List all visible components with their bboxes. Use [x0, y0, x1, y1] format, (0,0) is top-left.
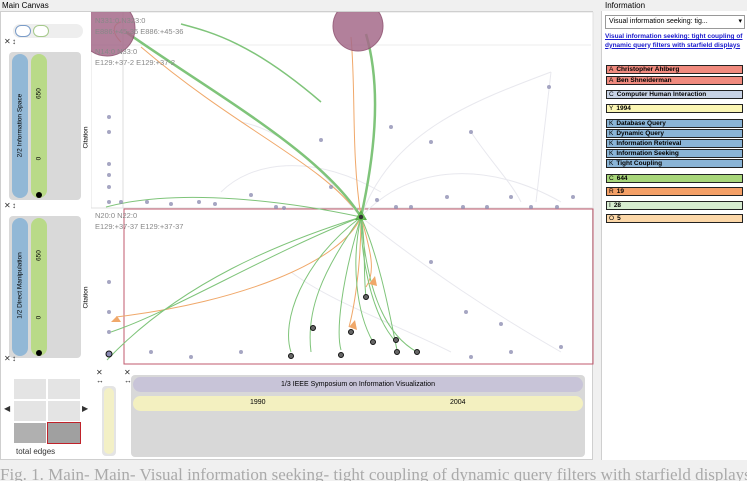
info-item[interactable]: K Information Seeking: [606, 149, 743, 158]
info-item-key: I: [609, 202, 611, 209]
info-item-key: A: [609, 77, 614, 84]
filter-bar: 1/3 IEEE Symposium on Information Visual…: [131, 375, 585, 457]
info-item-label: 644: [616, 175, 628, 182]
vertical-scroll-track[interactable]: [102, 386, 116, 456]
info-item[interactable]: A Christopher Ahlberg: [606, 65, 743, 74]
overlay-edge-count: E129:+37-2 E129:+37-2: [95, 58, 176, 67]
info-item-key: A: [609, 66, 614, 73]
info-item[interactable]: O5: [606, 214, 743, 223]
year-start-label: 1990: [250, 399, 266, 406]
axis-label-lower: Citation: [82, 286, 90, 309]
venue-filter[interactable]: 1/3 IEEE Symposium on Information Visual…: [133, 377, 583, 392]
view-toggle-blue[interactable]: [15, 25, 31, 37]
info-item-key: K: [609, 130, 614, 137]
resize-vertical-icon[interactable]: ↕: [12, 38, 16, 46]
resize-horizontal-icon[interactable]: ↔: [96, 377, 104, 385]
year-end-label: 2004: [450, 399, 466, 406]
info-item-label: Ben Shneiderman: [616, 77, 672, 84]
info-item-label: 1994: [616, 105, 631, 112]
view-toggle-green[interactable]: [33, 25, 49, 37]
caption: Fig. 1. Main- Main- Visual information s…: [0, 465, 747, 481]
axis-label-upper: Citation: [82, 126, 90, 149]
info-item-label: 28: [613, 202, 622, 209]
info-item-key: K: [609, 160, 614, 167]
info-item-key: K: [609, 120, 614, 127]
slider-handle[interactable]: [36, 192, 42, 198]
main-canvas-title: Main Canvas: [2, 1, 49, 10]
info-item[interactable]: C 644: [606, 174, 743, 183]
info-item-key: C: [609, 91, 614, 98]
info-item[interactable]: A Ben Shneiderman: [606, 76, 743, 85]
info-item-label: Christopher Ahlberg: [616, 66, 680, 73]
arrow-right-icon[interactable]: ▶: [82, 405, 88, 413]
slider-handle[interactable]: [36, 350, 42, 356]
overlay-edge-count: E129:+37-37 E129:+37-37: [95, 222, 184, 231]
info-item[interactable]: K Dynamic Query: [606, 129, 743, 138]
range-max-label: 650: [35, 88, 43, 99]
minimap-label: total edges: [16, 447, 56, 456]
range-min-label: 0: [35, 156, 43, 161]
info-item-key: O: [609, 215, 615, 222]
resize-vertical-icon[interactable]: ↕: [12, 355, 16, 363]
range-min-label: 0: [35, 315, 43, 320]
overlay-node-count: N331:0 N323:0: [95, 16, 146, 25]
info-item-key: K: [609, 140, 614, 147]
main-canvas: ✕ ↕ 2/2 Information Space 650 0 ✕ ↕ 1/2 …: [0, 11, 594, 460]
information-panel: Visual information seeking: tig... ▾ Vis…: [601, 11, 747, 460]
view-toggle-group: [13, 24, 83, 38]
close-icon[interactable]: ✕: [4, 355, 11, 363]
minimap-viewport[interactable]: [47, 422, 81, 444]
info-item[interactable]: R 19: [606, 187, 743, 196]
resize-vertical-icon[interactable]: ↕: [12, 202, 16, 210]
year-range-slider[interactable]: 1990 2004: [133, 396, 583, 411]
range-max-label: 650: [35, 250, 43, 261]
info-item-key: K: [609, 150, 614, 157]
close-icon[interactable]: ✕: [4, 202, 11, 210]
info-item-label: Information Retrieval: [616, 140, 682, 147]
info-item[interactable]: Y 1994: [606, 104, 743, 113]
direct-manipulation-panel: 1/2 Direct Manipulation 650 0: [9, 216, 81, 358]
overlay-edge-count: E886:+45-36 E886:+45-36: [95, 27, 184, 36]
paper-select-dropdown[interactable]: Visual information seeking: tig... ▾: [605, 15, 745, 29]
info-item-label: Information Seeking: [616, 150, 679, 157]
citation-range-slider[interactable]: [31, 218, 47, 356]
vertical-scroll-thumb[interactable]: [104, 388, 114, 454]
info-item-key: Y: [609, 105, 614, 112]
dropdown-value: Visual information seeking: tig...: [609, 18, 708, 25]
info-item[interactable]: C Computer Human Interaction: [606, 90, 743, 99]
info-item-key: R: [609, 188, 614, 195]
overlay-node-count: N14:0 N33:0: [95, 47, 138, 56]
information-title: Information: [605, 1, 646, 10]
info-item[interactable]: K Database Query: [606, 119, 743, 128]
info-item-label: 5: [617, 215, 621, 222]
citation-range-slider[interactable]: [31, 54, 47, 198]
information-space-panel: 2/2 Information Space 650 0: [9, 52, 81, 200]
overlay-node-count: N20:0 N22:0: [95, 211, 138, 220]
info-item-key: C: [609, 175, 614, 182]
close-icon[interactable]: ✕: [4, 38, 11, 46]
info-item-label: Database Query: [616, 120, 666, 127]
info-item-label: Dynamic Query: [616, 130, 665, 137]
info-item-label: 19: [616, 188, 624, 195]
chevron-down-icon: ▾: [738, 18, 742, 25]
paper-title-link[interactable]: Visual information seeking: tight coupli…: [605, 33, 745, 50]
info-item-label: Tight Coupling: [616, 160, 663, 167]
direct-manipulation-label: 1/2 Direct Manipulation: [16, 252, 24, 319]
info-item-label: Computer Human Interaction: [616, 91, 707, 98]
info-item[interactable]: K Tight Coupling: [606, 159, 743, 168]
arrow-left-icon[interactable]: ◀: [4, 405, 10, 413]
minimap[interactable]: [13, 378, 83, 446]
information-space-label: 2/2 Information Space: [16, 93, 24, 158]
info-item[interactable]: I 28: [606, 201, 743, 210]
info-item[interactable]: K Information Retrieval: [606, 139, 743, 148]
